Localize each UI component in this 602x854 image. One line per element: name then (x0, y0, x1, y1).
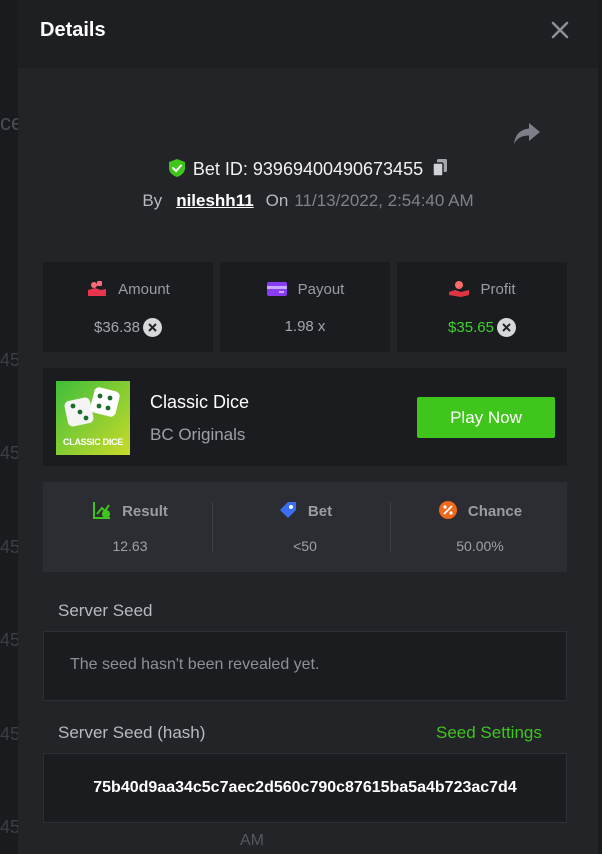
bet-value: <50 (293, 538, 317, 554)
by-label: By (142, 191, 163, 210)
bet-id-text: Bet ID: 93969400490673455 (192, 159, 424, 179)
thumbnail-title: CLASSIC DICE (63, 437, 123, 447)
chance-icon (438, 501, 457, 519)
result-label: Result (43, 500, 217, 520)
game-card: CLASSIC DICE Classic Dice BC Originals P… (43, 368, 567, 466)
server-seed-label: Server Seed (58, 601, 153, 620)
close-icon (551, 21, 569, 39)
server-seed-hash: 75b40d9aa34c5c7aec2d560c790c87615ba5a4b7… (93, 779, 517, 796)
amount-label: Amount (43, 280, 213, 298)
modal-header: Details (18, 0, 598, 68)
on-label: On (265, 191, 289, 210)
game-provider: BC Originals (150, 425, 246, 444)
background-text: AM (240, 832, 264, 849)
copy-bet-id-button[interactable] (431, 158, 449, 183)
share-button[interactable] (512, 120, 542, 146)
modal-title: Details (40, 19, 106, 41)
amount-value: $36.38 (43, 318, 213, 337)
seed-settings-link[interactable]: Seed Settings (436, 723, 542, 743)
amount-card: Amount $36.38 (43, 262, 213, 352)
payout-label: Payout (220, 280, 390, 298)
verified-shield-icon (167, 158, 187, 183)
chance-column: Chance 50.00% (393, 482, 567, 572)
bet-datetime: 11/13/2022, 2:54:40 AM (294, 191, 474, 210)
profit-value: $35.65 (397, 318, 567, 337)
chance-label: Chance (393, 500, 567, 520)
username-link[interactable]: nileshh11 (176, 191, 253, 210)
server-seed-box: The seed hasn't been revealed yet. (43, 631, 567, 701)
bet-id-row: Bet ID: 93969400490673455 (18, 158, 598, 183)
bet-icon (279, 502, 296, 518)
amount-icon (88, 281, 107, 296)
server-seed-hash-box: 75b40d9aa34c5c7aec2d560c790c87615ba5a4b7… (43, 753, 567, 823)
server-seed-text: The seed hasn't been revealed yet. (70, 656, 320, 673)
profit-card: Profit $35.65 (397, 262, 567, 352)
bet-owner-row: By nileshh11 On 11/13/2022, 2:54:40 AM (18, 191, 598, 211)
bet-result-card: Result 12.63 Bet <50 Chance 50.00% (43, 482, 567, 572)
profit-icon (449, 281, 470, 297)
profit-label: Profit (397, 280, 567, 298)
classic-dice-thumbnail[interactable]: CLASSIC DICE (56, 381, 130, 455)
result-icon (93, 502, 111, 519)
currency-coin-icon (496, 318, 516, 337)
result-value: 12.63 (112, 538, 148, 554)
payout-value: 1.98 x (284, 318, 326, 335)
payout-card: Payout 1.98 x (220, 262, 390, 352)
bet-column: Bet <50 (218, 482, 392, 572)
chance-value: 50.00% (456, 538, 504, 554)
bet-label: Bet (218, 500, 392, 520)
details-modal: Details Bet ID: 93969400490673455 By nile… (18, 0, 598, 854)
currency-coin-icon (142, 318, 162, 337)
server-seed-hash-label: Server Seed (hash) (58, 723, 206, 742)
payout-icon (266, 282, 287, 296)
copy-icon (432, 159, 448, 177)
play-now-button[interactable]: Play Now (417, 397, 555, 438)
background-right-strip (598, 0, 602, 854)
close-button[interactable] (548, 18, 572, 42)
share-icon (514, 123, 540, 144)
result-column: Result 12.63 (43, 482, 217, 572)
dice-icon (64, 387, 120, 427)
divider (212, 502, 213, 552)
game-name: Classic Dice (150, 392, 250, 412)
divider (390, 502, 391, 552)
